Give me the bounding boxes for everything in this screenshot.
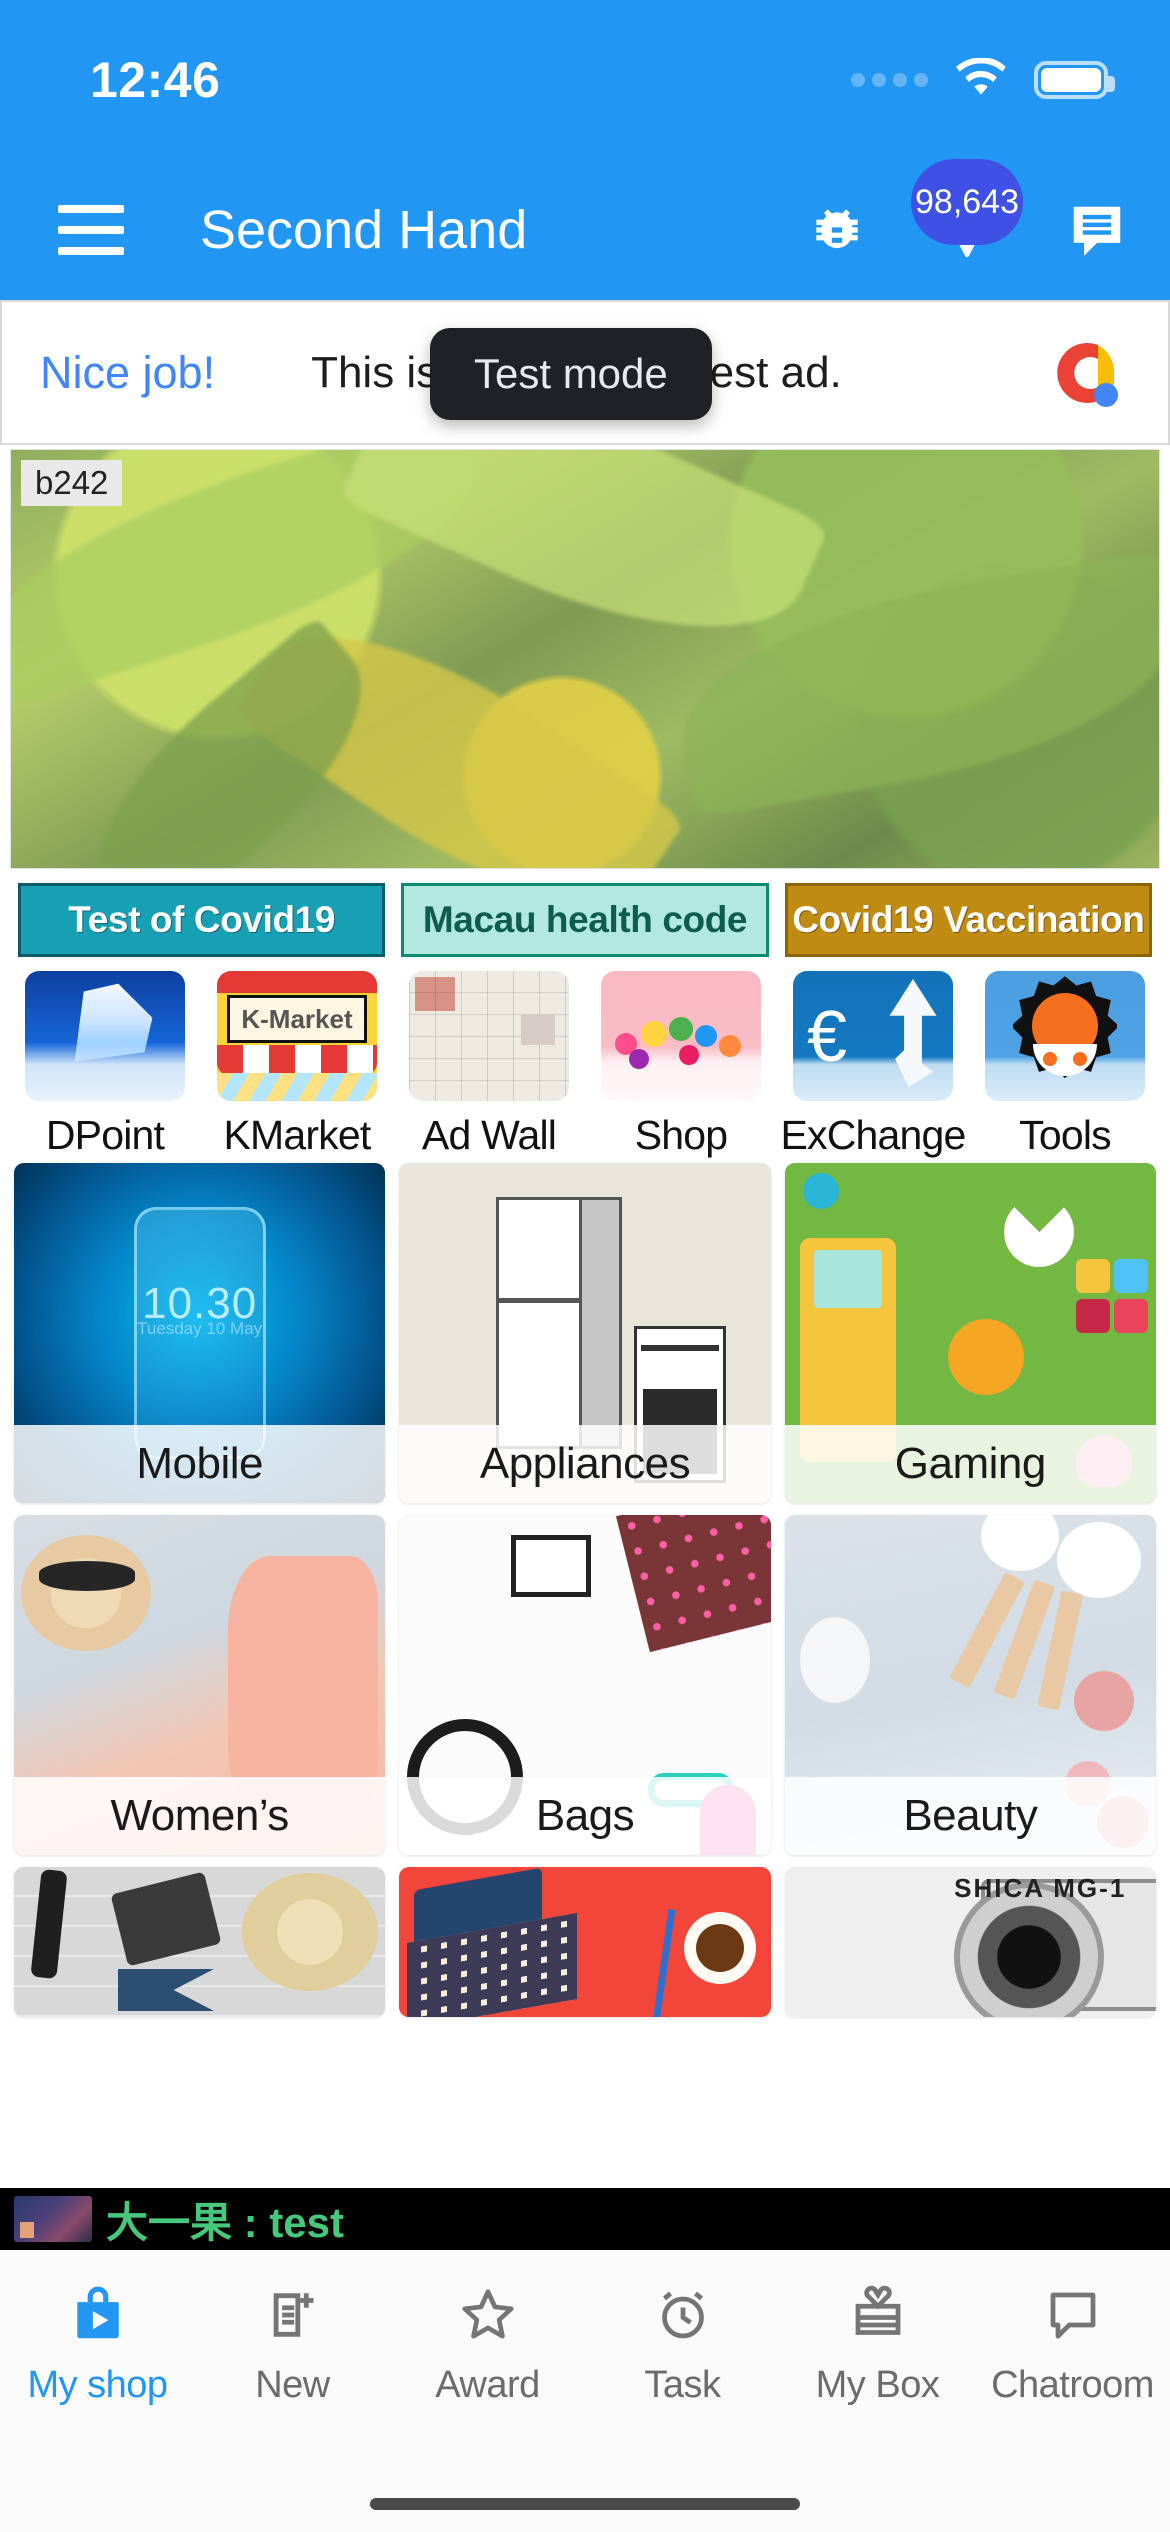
admob-test-ad-banner[interactable]: Nice job! This is your AdMob test ad. Te… [0,300,1170,445]
hamburger-menu-icon[interactable] [58,205,124,255]
bug-report-button[interactable] [804,197,870,263]
chat-ticker-bar[interactable]: 大一果 : test [0,2188,1170,2250]
chat-message-icon [1073,206,1121,256]
category-card-bags[interactable]: Bags [399,1515,771,1855]
quick-icon-label: Shop [634,1112,728,1158]
nav-item-my-shop[interactable]: My shop [0,2280,195,2407]
battery-full-icon [1034,61,1115,99]
nav-item-my-box[interactable]: My Box [780,2280,975,2407]
wifi-icon [954,56,1008,103]
category-label: Beauty [784,1777,1156,1855]
status-bar-clock: 12:46 [90,52,221,108]
nav-label: My shop [27,2364,168,2406]
phone-date-overlay: Tuesday 10 May [137,1319,263,1339]
quick-icon-exchange[interactable]: € ExChange [780,971,966,1158]
bottom-navigation-bar: My shop New Award Task My Box Chatroom [0,2250,1170,2472]
shopping-bag-play-icon [67,2280,129,2350]
new-document-icon [264,2280,322,2350]
macau-health-code-button[interactable]: Macau health code [401,883,769,957]
nav-label: Award [435,2364,540,2406]
star-outline-icon [457,2280,519,2350]
euro-exchange-icon: € [793,971,953,1101]
page-title: Second Hand [200,200,528,260]
quick-icon-label: DPoint [45,1112,165,1158]
kmarket-storefront-icon: K-Market [217,971,377,1101]
camera-model-text: SHICA MG-1 [954,1873,1127,1903]
admob-logo-icon [1038,325,1134,421]
category-grid: 10.30 Tuesday 10 May Mobile Appliances G… [0,1155,1170,2017]
quick-icon-label: ExChange [780,1112,966,1158]
nav-item-task[interactable]: Task [585,2280,780,2407]
category-card-mobile[interactable]: 10.30 Tuesday 10 May Mobile [14,1163,386,1503]
category-card-mens-accessories[interactable] [14,1867,386,2017]
app-bar-actions: 98,643 [804,159,1130,263]
covid-shortcut-row: Test of Covid19 Macau health code Covid1… [0,869,1170,957]
hero-image-label: b242 [21,460,123,506]
quick-access-icon-row: DPoint K-Market KMarket Ad Wall Shop € E… [0,957,1170,1158]
quick-icon-label: Ad Wall [421,1112,557,1158]
hero-banner-image[interactable]: b242 [10,449,1160,869]
covid-vaccination-button[interactable]: Covid19 Vaccination [784,883,1152,957]
chat-bubble-icon [1043,2280,1103,2350]
messages-button[interactable] [1064,197,1130,263]
nav-label: Chatroom [991,2364,1154,2406]
quick-icon-tools[interactable]: Tools [974,971,1156,1158]
mens-accessories-photo [14,1867,386,2017]
ticker-avatar [14,2196,92,2242]
nav-item-chatroom[interactable]: Chatroom [975,2280,1170,2407]
app-bar: Second Hand 98,643 [0,159,1170,300]
gear-tools-icon [985,971,1145,1101]
quick-icon-label: Tools [1019,1112,1112,1158]
alarm-clock-icon [653,2280,713,2350]
category-label: Bags [399,1777,771,1855]
category-card-camera[interactable]: SHICA MG-1 [784,1867,1156,2017]
category-label: Mobile [14,1425,386,1503]
category-card-womens[interactable]: Women’s [14,1515,386,1855]
category-label: Appliances [399,1425,771,1503]
ticker-message: 大一果 : test [106,2198,345,2246]
ad-headline: Nice job! [40,346,216,398]
laptop-desk-photo [399,1867,771,2017]
kmarket-sign-text: K-Market [227,995,367,1043]
nav-item-new[interactable]: New [195,2280,390,2407]
diamond-points-badge: 98,643 [911,159,1023,245]
nav-label: My Box [815,2364,940,2406]
quick-icon-shop[interactable]: Shop [590,971,772,1158]
flower-shop-icon [601,971,761,1101]
status-bar: 12:46 [0,0,1170,160]
camera-photo: SHICA MG-1 [784,1867,1156,2017]
gift-box-icon [848,2280,908,2350]
category-label: Gaming [784,1425,1156,1503]
covid-test-button[interactable]: Test of Covid19 [18,883,386,957]
home-indicator[interactable] [370,2498,800,2510]
category-card-gaming[interactable]: Gaming [784,1163,1156,1503]
status-bar-indicators [851,56,1115,103]
category-card-appliances[interactable]: Appliances [399,1163,771,1503]
signal-dots-icon [851,73,928,87]
euro-symbol: € [807,997,848,1077]
nav-item-award[interactable]: Award [390,2280,585,2407]
quick-icon-adwall[interactable]: Ad Wall [398,971,580,1158]
diamond-app-icon [25,971,185,1101]
quick-icon-dpoint[interactable]: DPoint [14,971,196,1158]
quick-icon-label: KMarket [223,1112,371,1158]
quick-icon-kmarket[interactable]: K-Market KMarket [206,971,388,1158]
ad-wall-icon [409,971,569,1101]
category-card-beauty[interactable]: Beauty [784,1515,1156,1855]
nav-label: Task [644,2364,721,2406]
category-card-laptop-desk[interactable] [399,1867,771,2017]
diamond-points-button[interactable]: 98,643 [911,159,1023,263]
nav-label: New [255,2364,330,2406]
category-label: Women’s [14,1777,386,1855]
test-mode-tooltip: Test mode [430,328,712,420]
